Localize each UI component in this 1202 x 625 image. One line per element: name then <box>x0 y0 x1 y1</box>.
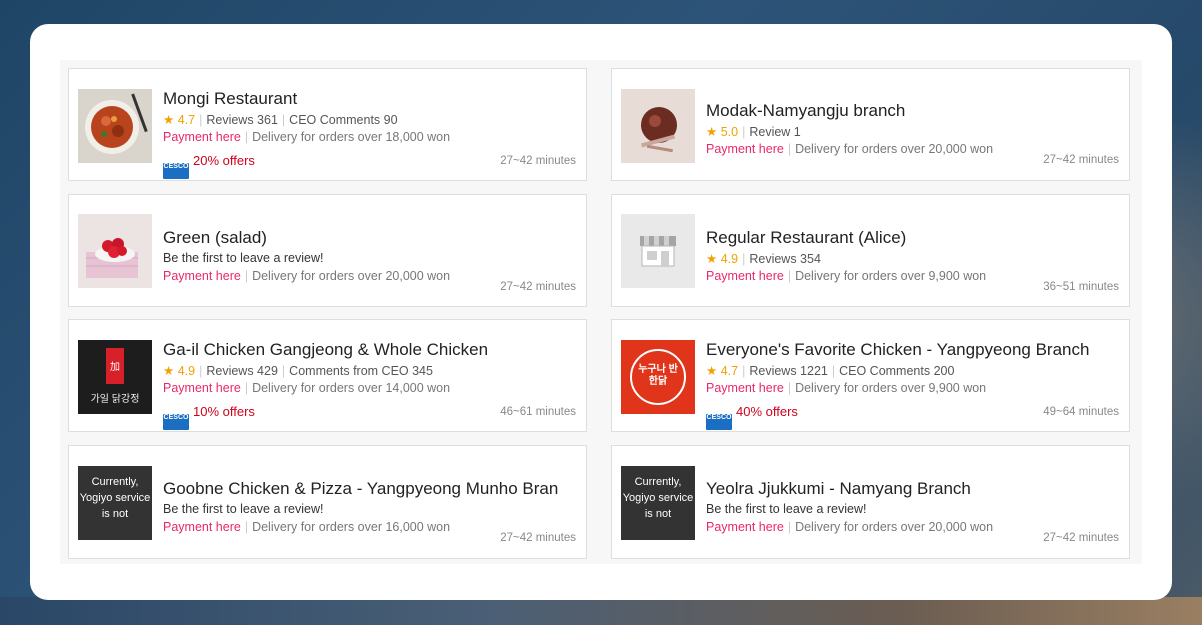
rating-value: 4.7 <box>177 113 196 127</box>
payment-label: Payment here <box>163 381 241 395</box>
restaurant-thumbnail <box>621 89 695 163</box>
rating-row: ★ 4.9 | Reviews 429 | Comments from CEO 345 <box>163 364 433 378</box>
review-count: Reviews 429 <box>206 364 278 378</box>
service-unavailable-thumbnail: Currently, Yogiyo service is not <box>78 466 152 540</box>
first-review-prompt: Be the first to leave a review! <box>163 251 324 265</box>
store-icon <box>621 214 695 288</box>
payment-row: Payment here | Delivery for orders over 16… <box>163 520 451 534</box>
restaurant-card-yeolra[interactable]: Currently, Yogiyo service is not Yeolra … <box>611 445 1130 559</box>
delivery-minimum: Delivery for orders over 18,000 won <box>252 130 451 144</box>
restaurant-name[interactable]: Goobne Chicken & Pizza - Yangpyeong Munh… <box>163 479 558 499</box>
payment-row: Payment here | Delivery for orders over 9,… <box>706 381 987 395</box>
rating-row: ★ 4.9 | Reviews 354 <box>706 252 821 266</box>
cesco-logo-icon: CESCO <box>163 163 189 179</box>
payment-row: Payment here | Delivery for orders over 18… <box>163 130 451 144</box>
rating-row: ★ 4.7 | Reviews 361 | CEO Comments 90 <box>163 113 398 127</box>
service-unavailable-thumbnail: Currently, Yogiyo service is not <box>621 466 695 540</box>
restaurant-thumbnail: 加 가일 닭강정 <box>78 340 152 414</box>
first-review-prompt: Be the first to leave a review! <box>163 502 324 516</box>
restaurant-card-mongi[interactable]: Mongi Restaurant ★ 4.7 | Reviews 361 | CEO C… <box>68 68 587 181</box>
restaurant-name[interactable]: Everyone's Favorite Chicken - Yangpyeong… <box>706 340 1089 360</box>
offer-label: 20% offers <box>193 153 255 168</box>
payment-label: Payment here <box>706 520 784 534</box>
star-icon: ★ <box>706 252 718 266</box>
restaurant-card-modak[interactable]: Modak-Namyangju branch ★ 5.0 | Review 1 Pa… <box>611 68 1130 181</box>
ceo-comments: CEO Comments 200 <box>839 364 955 378</box>
restaurant-name[interactable]: Regular Restaurant (Alice) <box>706 228 906 248</box>
payment-row: Payment here | Delivery for orders over 20… <box>706 520 994 534</box>
review-count: Review 1 <box>749 125 801 139</box>
delivery-minimum: Delivery for orders over 9,900 won <box>795 269 987 283</box>
delivery-time: 27~42 minutes <box>500 281 576 293</box>
payment-row: Payment here | Delivery for orders over 20… <box>706 142 994 156</box>
review-count: Reviews 361 <box>206 113 278 127</box>
restaurant-name[interactable]: Ga-il Chicken Gangjeong & Whole Chicken <box>163 340 488 360</box>
rating-row: ★ 5.0 | Review 1 <box>706 125 801 139</box>
first-review-prompt: Be the first to leave a review! <box>706 502 867 516</box>
review-count: Reviews 354 <box>749 252 821 266</box>
background-strip <box>0 597 1202 625</box>
delivery-time: 49~64 minutes <box>1043 406 1119 418</box>
payment-row: Payment here | Delivery for orders over 20… <box>163 269 451 283</box>
restaurant-list: Mongi Restaurant ★ 4.7 | Reviews 361 | CEO C… <box>60 60 1142 564</box>
cesco-logo-icon: CESCO <box>163 414 189 430</box>
restaurant-card-everyones-favorite[interactable]: 누구나 반한닭 Everyone's Favorite Chicken - Ya… <box>611 319 1130 432</box>
delivery-time: 27~42 minutes <box>1043 154 1119 166</box>
restaurant-thumbnail: 누구나 반한닭 <box>621 340 695 414</box>
ceo-comments: CEO Comments 90 <box>289 113 398 127</box>
offer-label: 40% offers <box>736 404 798 419</box>
delivery-time: 27~42 minutes <box>1043 532 1119 544</box>
delivery-minimum: Delivery for orders over 14,000 won <box>252 381 451 395</box>
offer-row[interactable]: CESCO 10% offers <box>163 404 255 430</box>
payment-label: Payment here <box>706 142 784 156</box>
star-icon: ★ <box>163 364 175 378</box>
payment-row: Payment here | Delivery for orders over 9,… <box>706 269 987 283</box>
offer-row[interactable]: CESCO 20% offers <box>163 153 255 179</box>
payment-label: Payment here <box>706 381 784 395</box>
delivery-minimum: Delivery for orders over 20,000 won <box>795 142 994 156</box>
payment-label: Payment here <box>163 269 241 283</box>
payment-label: Payment here <box>163 130 241 144</box>
delivery-minimum: Delivery for orders over 20,000 won <box>252 269 451 283</box>
star-icon: ★ <box>706 364 718 378</box>
star-icon: ★ <box>706 125 718 139</box>
restaurant-name[interactable]: Modak-Namyangju branch <box>706 101 905 121</box>
offer-row[interactable]: CESCO 40% offers <box>706 404 798 430</box>
logo-text: 가일 닭강정 <box>90 394 140 405</box>
rating-value: 5.0 <box>720 125 739 139</box>
restaurant-card-regular[interactable]: Regular Restaurant (Alice) ★ 4.9 | Reviews… <box>611 194 1130 307</box>
delivery-time: 27~42 minutes <box>500 532 576 544</box>
logo-text: 누구나 반한닭 <box>638 364 678 387</box>
rating-value: 4.9 <box>177 364 196 378</box>
restaurant-card-goobne[interactable]: Currently, Yogiyo service is not Goobne … <box>68 445 587 559</box>
payment-row: Payment here | Delivery for orders over 14… <box>163 381 451 395</box>
restaurant-thumbnail <box>621 214 695 288</box>
delivery-minimum: Delivery for orders over 16,000 won <box>252 520 451 534</box>
ceo-comments: Comments from CEO 345 <box>289 364 433 378</box>
delivery-time: 36~51 minutes <box>1043 281 1119 293</box>
restaurant-card-green[interactable]: Green (salad) Be the first to leave a re… <box>68 194 587 307</box>
restaurant-thumbnail <box>78 214 152 288</box>
rating-row: ★ 4.7 | Reviews 1221 | CEO Comments 200 <box>706 364 955 378</box>
payment-label: Payment here <box>706 269 784 283</box>
restaurant-name[interactable]: Yeolra Jjukkumi - Namyang Branch <box>706 479 971 499</box>
content-card: Mongi Restaurant ★ 4.7 | Reviews 361 | CEO C… <box>30 24 1172 600</box>
gail-logo-icon: 加 <box>106 348 124 384</box>
delivery-minimum: Delivery for orders over 20,000 won <box>795 520 994 534</box>
delivery-time: 46~61 minutes <box>500 406 576 418</box>
delivery-time: 27~42 minutes <box>500 155 576 167</box>
restaurant-card-gail[interactable]: 加 가일 닭강정 Ga-il Chicken Gangjeong & Whole… <box>68 319 587 432</box>
star-icon: ★ <box>163 113 175 127</box>
offer-label: 10% offers <box>193 404 255 419</box>
payment-label: Payment here <box>163 520 241 534</box>
restaurant-name[interactable]: Mongi Restaurant <box>163 89 297 109</box>
restaurant-name[interactable]: Green (salad) <box>163 228 267 248</box>
rating-value: 4.7 <box>720 364 739 378</box>
delivery-minimum: Delivery for orders over 9,900 won <box>795 381 987 395</box>
cesco-logo-icon: CESCO <box>706 414 732 430</box>
rating-value: 4.9 <box>720 252 739 266</box>
review-count: Reviews 1221 <box>749 364 828 378</box>
restaurant-thumbnail <box>78 89 152 163</box>
